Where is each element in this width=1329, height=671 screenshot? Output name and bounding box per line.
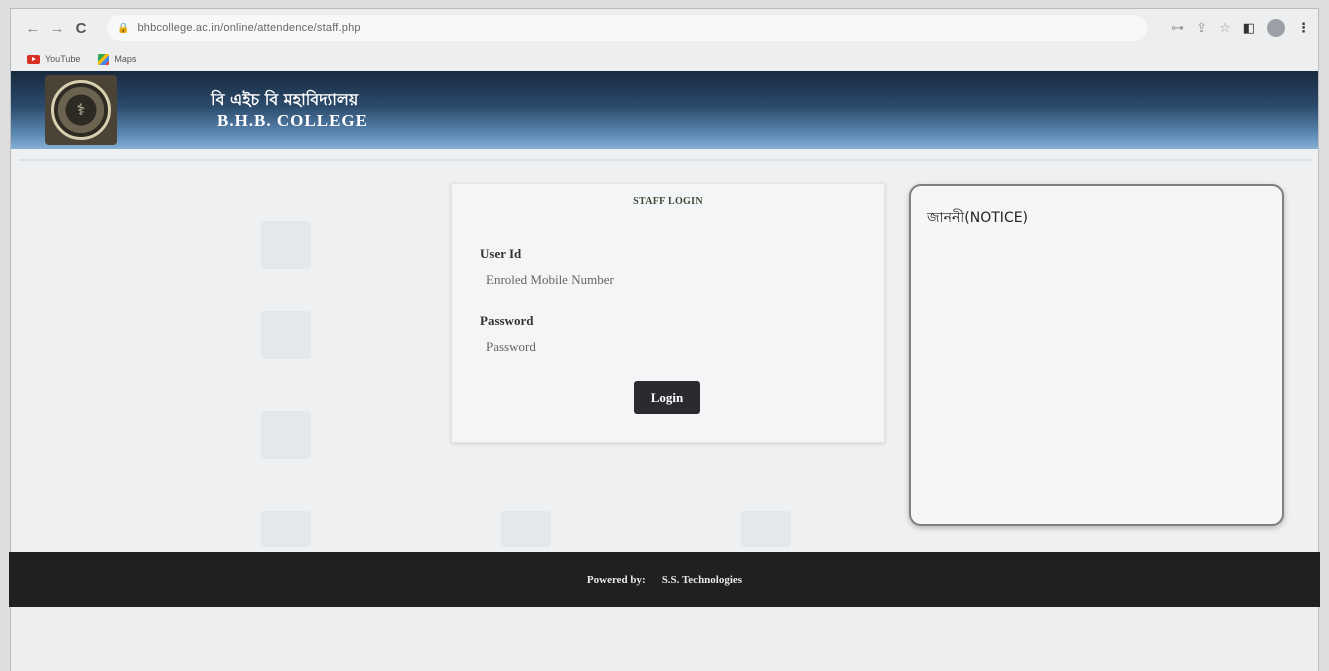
background-decoration (261, 511, 311, 547)
bookmarks-bar: YouTube Maps (11, 47, 1318, 71)
header-divider (19, 159, 1312, 161)
password-label: Password (480, 313, 534, 328)
staff-login-form: STAFF LOGIN User Id Password Login (451, 183, 885, 443)
bookmark-maps[interactable]: Maps (98, 53, 137, 65)
background-decoration (261, 221, 311, 269)
bookmark-label: Maps (114, 54, 137, 64)
password-input[interactable] (480, 334, 860, 360)
background-decoration (261, 411, 311, 459)
background-decoration (261, 311, 311, 359)
sidepanel-icon[interactable]: ◧ (1243, 20, 1255, 36)
college-name-english: B.H.B. COLLEGE (217, 111, 368, 130)
back-icon[interactable]: ← (21, 16, 45, 40)
menu-icon[interactable]: ⋮ (1297, 20, 1310, 36)
bookmark-label: YouTube (45, 54, 81, 64)
notice-panel: জাননী(NOTICE) (909, 184, 1284, 526)
browser-window: ← → C 🔒 bhbcollege.ac.in/online/attenden… (9, 8, 1320, 671)
site-header: ⚕ বি এইচ বি মহাবিদ্যালয় B.H.B. COLLEGE (11, 71, 1318, 149)
page-bottom-area (11, 607, 1318, 671)
site-footer: Powered by: S.S. Technologies (9, 552, 1320, 607)
star-icon[interactable]: ☆ (1219, 20, 1231, 36)
youtube-icon (27, 54, 40, 64)
college-name-bengali: বি এইচ বি মহাবিদ্যালয় (211, 90, 359, 109)
college-seal-icon: ⚕ (51, 80, 111, 140)
bookmark-youtube[interactable]: YouTube (27, 54, 80, 64)
share-icon[interactable]: ⇪ (1196, 20, 1207, 36)
userid-label: User Id (480, 246, 522, 261)
maps-icon (98, 53, 110, 65)
college-logo[interactable]: ⚕ (45, 75, 117, 145)
page-content: ⚕ বি এইচ বি মহাবিদ্যালয় B.H.B. COLLEGE … (9, 71, 1320, 671)
powered-by-label: Powered by: (586, 573, 646, 586)
userid-input[interactable] (480, 267, 860, 293)
notice-title: জাননী(NOTICE) (927, 210, 1029, 226)
login-title: STAFF LOGIN (633, 196, 703, 207)
url-text: bhbcollege.ac.in/online/attendence/staff… (137, 22, 361, 34)
background-decoration (501, 511, 551, 547)
browser-toolbar: ← → C 🔒 bhbcollege.ac.in/online/attenden… (11, 9, 1318, 47)
key-icon[interactable]: ⊶ (1171, 20, 1184, 36)
reload-icon[interactable]: C (69, 16, 93, 40)
login-button[interactable]: Login (634, 381, 700, 414)
lock-icon: 🔒 (117, 22, 130, 34)
forward-icon[interactable]: → (45, 16, 69, 40)
profile-avatar-icon[interactable] (1267, 19, 1285, 37)
browser-actions: ⊶ ⇪ ☆ ◧ ⋮ (1171, 15, 1310, 41)
company-name[interactable]: S.S. Technologies (662, 574, 742, 586)
background-decoration (741, 511, 791, 547)
address-bar[interactable]: 🔒 bhbcollege.ac.in/online/attendence/sta… (107, 15, 1147, 41)
